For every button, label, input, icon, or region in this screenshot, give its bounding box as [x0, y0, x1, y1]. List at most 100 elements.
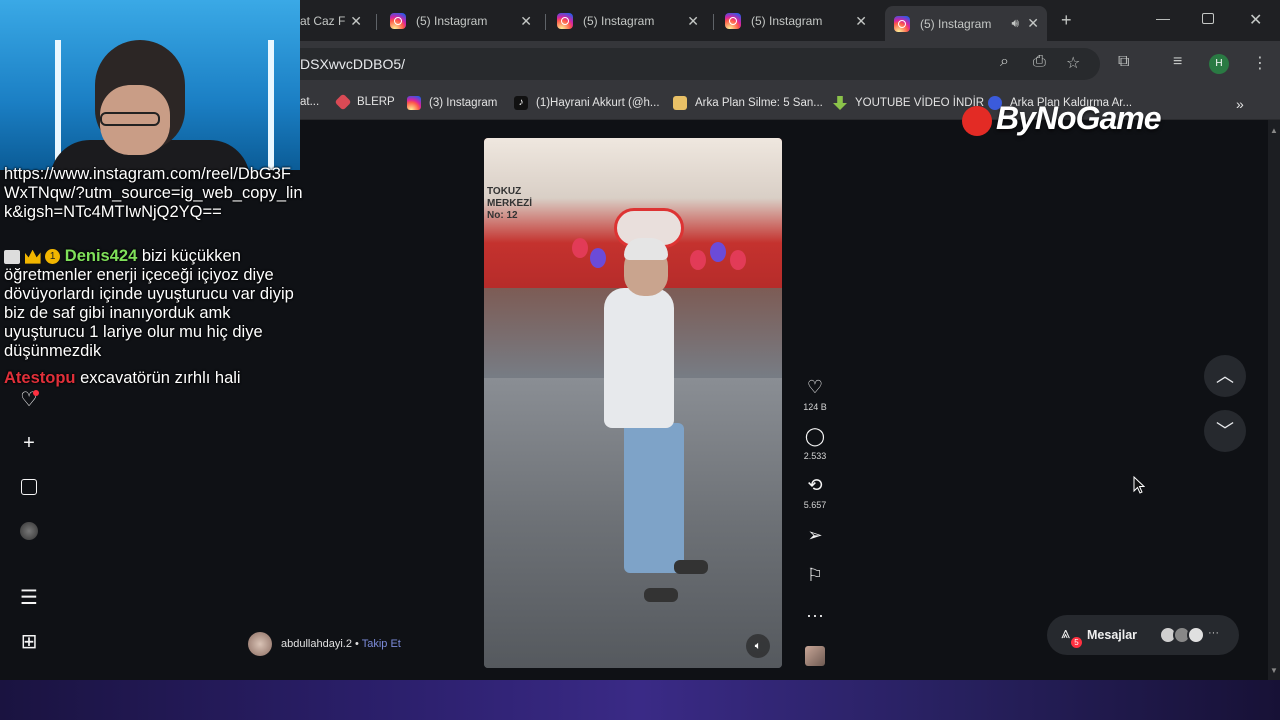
share-icon: ➢: [807, 525, 823, 545]
speaker-icon[interactable]: 🔊︎: [1011, 16, 1019, 31]
more-menu-icon[interactable]: ☰: [18, 587, 40, 609]
chat-text: excavatörün zırhlı hali: [80, 369, 241, 387]
share-button[interactable]: ➢: [795, 524, 835, 546]
tab-title: (5) Instagram: [751, 14, 823, 28]
notifications-heart-icon[interactable]: ♡: [18, 389, 40, 411]
logo-mark: [962, 105, 992, 136]
tab-title: (5) Instagram: [920, 16, 992, 31]
tab-instagram-2[interactable]: (5) Instagram ✕: [557, 6, 707, 36]
bookmark-item[interactable]: BLERP: [334, 93, 395, 111]
video-scene: [604, 288, 674, 428]
comment-count: 2.533: [803, 451, 827, 461]
meta-apps-icon[interactable]: ⊞: [18, 631, 40, 653]
chat-message: https://www.instagram.com/reel/DbG3FWxTN…: [4, 165, 304, 222]
repost-count: 5.657: [803, 500, 827, 510]
instagram-icon: [407, 96, 421, 110]
video-scene: [624, 423, 684, 573]
bookmark-item[interactable]: ♪ (1)Hayrani Akkurt (@h...: [514, 96, 660, 110]
author-avatar[interactable]: [248, 632, 272, 656]
messages-button[interactable]: ⩓ 5 Mesajlar ···: [1047, 615, 1239, 655]
extensions-icon[interactable]: ⧉: [1118, 53, 1129, 71]
address-bar[interactable]: DSXwvcDDBO5/: [260, 48, 1100, 80]
tab-separator: [545, 14, 546, 30]
next-reel-button[interactable]: ﹀: [1204, 410, 1246, 452]
close-tab-icon[interactable]: ✕: [855, 13, 867, 30]
author-username[interactable]: abdullahdayi.2: [281, 638, 352, 650]
tab-separator: [713, 14, 714, 30]
stream-background: [0, 680, 1280, 720]
tab-partial[interactable]: at Caz F ✕: [300, 6, 370, 36]
video-scene: [572, 238, 588, 258]
new-tab-icon[interactable]: +: [1061, 10, 1072, 31]
repost-button[interactable]: ⟲ 5.657: [795, 474, 835, 510]
instagram-icon: [725, 13, 741, 29]
tab-instagram-3[interactable]: (5) Instagram ✕: [725, 6, 875, 36]
close-tab-icon[interactable]: ✕: [687, 13, 699, 30]
notification-dot: [33, 390, 39, 396]
follow-button[interactable]: Takip Et: [362, 638, 401, 650]
save-button[interactable]: ⚐: [795, 564, 835, 586]
tab-instagram-1[interactable]: (5) Instagram ✕: [390, 6, 540, 36]
tab-title: (5) Instagram: [416, 14, 488, 28]
video-scene: [710, 242, 726, 262]
chat-username: Denis424: [64, 247, 138, 265]
tab-title: at Caz F: [300, 14, 346, 28]
webcam-overlay: [0, 0, 300, 170]
close-tab-icon[interactable]: ✕: [520, 13, 532, 30]
tiktok-icon: ♪: [514, 96, 528, 110]
comment-icon: ◯: [804, 426, 826, 446]
bookmark-item[interactable]: Arka Plan Silme: 5 San...: [673, 96, 823, 110]
address-text: DSXwvcDDBO5/: [300, 56, 406, 72]
scrollbar[interactable]: ▲ ▼: [1268, 120, 1280, 680]
dashboard-icon[interactable]: [18, 476, 40, 498]
bookmark-star-icon[interactable]: ☆: [1066, 53, 1080, 73]
chat-message: Atestopu excavatörün zırhlı hali: [4, 369, 304, 388]
tab-separator: [376, 14, 377, 30]
reel-video[interactable]: TOKUZ MERKEZİ No: 12 🔈︎: [484, 138, 782, 668]
crown-icon: [24, 249, 41, 264]
webcam-scene: [268, 40, 274, 170]
previous-reel-button[interactable]: ︿: [1204, 355, 1246, 397]
menu-kebab-icon[interactable]: ⋮: [1252, 53, 1268, 73]
separator-dot: •: [355, 638, 359, 650]
tab-title: (5) Instagram: [583, 14, 655, 28]
install-app-icon[interactable]: ⎙: [1033, 53, 1046, 71]
media-control-icon[interactable]: ≡: [1173, 53, 1182, 71]
close-window-icon[interactable]: ✕: [1249, 10, 1262, 30]
comment-button[interactable]: ◯ 2.533: [795, 425, 835, 461]
bookmark-icon: ⚐: [806, 565, 824, 585]
zoom-icon[interactable]: ⌕: [1000, 53, 1009, 71]
minimize-icon[interactable]: —: [1156, 10, 1170, 26]
messages-badge: 5: [1071, 637, 1082, 648]
like-button[interactable]: ♡ 124 B: [795, 376, 835, 412]
profile-avatar-icon[interactable]: [18, 520, 40, 542]
close-tab-icon[interactable]: ✕: [1027, 15, 1039, 32]
send-filter-icon: ⩓: [1061, 625, 1071, 642]
instagram-icon: [894, 15, 910, 32]
audio-thumbnail[interactable]: [805, 646, 825, 666]
more-icon: ···: [806, 605, 824, 625]
chat-message: 1 Denis424 bizi küçükken öğretmenler ene…: [4, 247, 304, 361]
scroll-up-icon[interactable]: ▲: [1270, 126, 1278, 135]
bynogame-logo: ByNoGame: [962, 100, 1161, 137]
author-line: abdullahdayi.2 • Takip Et: [281, 638, 401, 650]
avatar: [1187, 626, 1205, 644]
messages-label: Mesajlar: [1087, 628, 1138, 642]
video-scene: [730, 250, 746, 270]
more-icon: ···: [1208, 627, 1219, 639]
tab-instagram-active[interactable]: (5) Instagram 🔊︎ ✕: [885, 6, 1047, 41]
video-scene: [644, 588, 678, 602]
mouse-cursor-icon: [1133, 476, 1145, 494]
bookmark-item[interactable]: at...: [300, 96, 319, 108]
more-options-button[interactable]: ···: [795, 604, 835, 626]
bookmark-item[interactable]: (3) Instagram: [407, 96, 497, 110]
scroll-down-icon[interactable]: ▼: [1270, 666, 1278, 675]
mute-toggle-icon[interactable]: 🔈︎: [746, 634, 770, 658]
instagram-icon: [557, 13, 573, 29]
profile-avatar[interactable]: H: [1209, 54, 1229, 74]
video-scene: [674, 560, 708, 574]
restore-icon[interactable]: [1202, 13, 1214, 24]
bookmarks-overflow-icon[interactable]: »: [1236, 96, 1244, 112]
create-plus-icon[interactable]: +: [18, 432, 40, 454]
close-tab-icon[interactable]: ✕: [350, 13, 362, 30]
